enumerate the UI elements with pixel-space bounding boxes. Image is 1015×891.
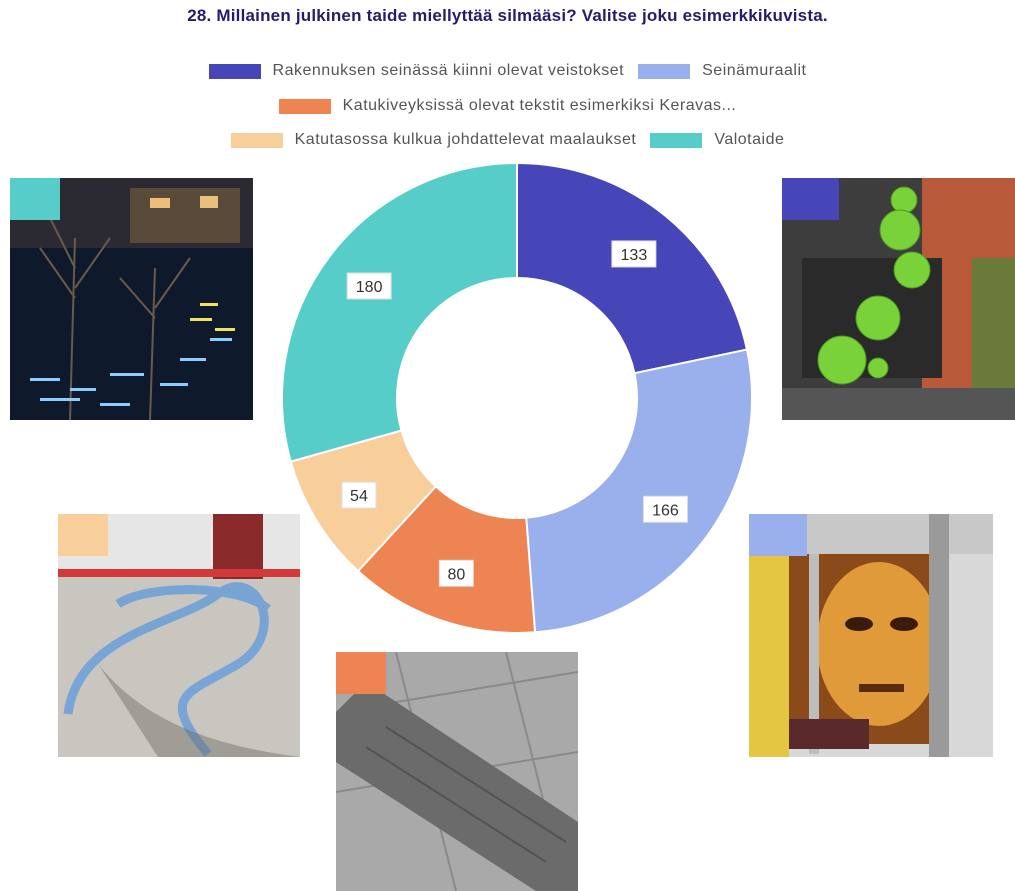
data-label-tekstit: 80 xyxy=(438,559,474,587)
data-label-text: 166 xyxy=(652,502,679,519)
donut-chart: 133 166 80 54 180 xyxy=(281,161,753,634)
slice-valotaide[interactable] xyxy=(281,161,518,463)
data-label-text: 180 xyxy=(356,279,383,296)
data-label-veistokset: 133 xyxy=(611,240,657,268)
data-label-muraalit: 166 xyxy=(642,495,688,523)
data-label-text: 54 xyxy=(350,488,368,505)
data-label-text: 80 xyxy=(447,566,465,583)
data-label-maalaukset: 54 xyxy=(341,481,377,509)
slice-veistokset[interactable] xyxy=(516,161,749,375)
data-label-valotaide: 180 xyxy=(346,272,392,300)
data-label-text: 133 xyxy=(621,247,648,264)
slice-muraalit[interactable] xyxy=(525,348,753,634)
